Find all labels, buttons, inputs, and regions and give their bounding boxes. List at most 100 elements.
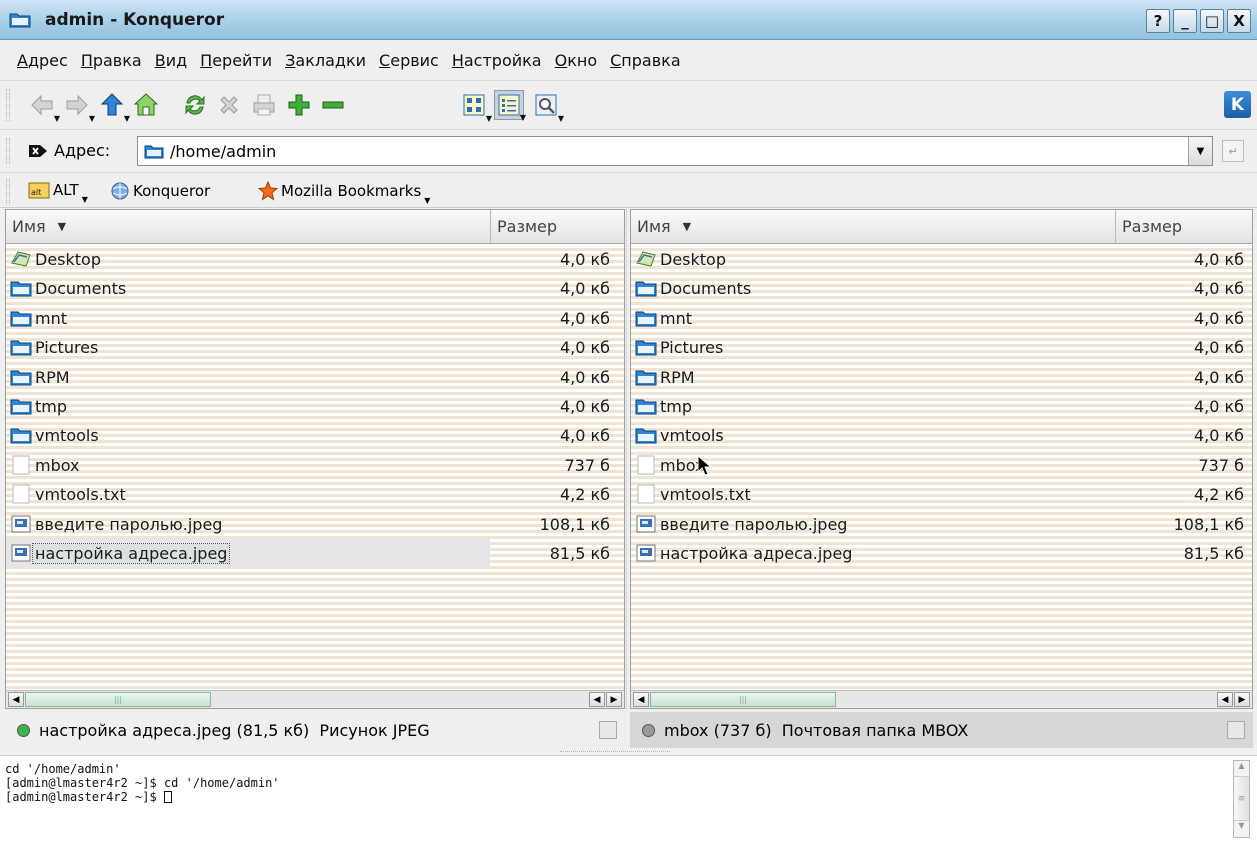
- scroll-left-arrow[interactable]: ◀: [633, 692, 649, 707]
- file-row[interactable]: настройка адреса.jpeg 81,5 кб: [6, 539, 624, 568]
- folder-icon: [635, 396, 657, 416]
- title-bar[interactable]: admin - Konqueror ? _ □ X: [0, 0, 1257, 40]
- menu-bookmarks[interactable]: Закладки: [285, 51, 366, 70]
- help-button[interactable]: ?: [1146, 9, 1170, 33]
- clear-location-icon[interactable]: [28, 143, 48, 159]
- file-row[interactable]: Documents 4,0 кб: [6, 274, 624, 303]
- scroll-left-arrow[interactable]: ◀: [8, 692, 24, 707]
- file-row[interactable]: tmp 4,0 кб: [631, 392, 1252, 421]
- terminal-prompt-line[interactable]: [admin@lmaster4r2 ~]$: [5, 790, 172, 804]
- file-row[interactable]: vmtools.txt 4,2 кб: [6, 480, 624, 509]
- menu-help[interactable]: Справка: [610, 51, 681, 70]
- toolbar-grip[interactable]: [6, 179, 10, 203]
- menu-edit[interactable]: Правка: [81, 51, 142, 70]
- toolbar-grip[interactable]: [6, 138, 10, 164]
- zoom-out-button[interactable]: [318, 90, 348, 120]
- file-row[interactable]: mbox 737 б: [6, 451, 624, 480]
- file-row[interactable]: vmtools 4,0 кб: [631, 421, 1252, 450]
- link-view-checkbox[interactable]: [599, 721, 617, 739]
- file-row[interactable]: Documents 4,0 кб: [631, 274, 1252, 303]
- scroll-left-arrow-end[interactable]: ◀: [1217, 692, 1233, 707]
- folder-icon: [635, 425, 657, 445]
- file-row[interactable]: vmtools.txt 4,2 кб: [631, 480, 1252, 509]
- file-row[interactable]: mnt 4,0 кб: [631, 304, 1252, 333]
- file-size: 737 б: [1198, 455, 1245, 475]
- scroll-thumb[interactable]: ≡: [1234, 777, 1249, 821]
- file-row[interactable]: RPM 4,0 кб: [6, 363, 624, 392]
- menu-address[interactable]: Адрес: [17, 51, 68, 70]
- file-row[interactable]: vmtools 4,0 кб: [6, 421, 624, 450]
- menu-view[interactable]: Вид: [155, 51, 187, 70]
- detailed-view-button[interactable]: ▼: [494, 90, 526, 122]
- reload-button[interactable]: [180, 90, 210, 120]
- maximize-button[interactable]: □: [1200, 9, 1224, 33]
- file-row[interactable]: Pictures 4,0 кб: [6, 333, 624, 362]
- scroll-thumb[interactable]: |||: [650, 692, 836, 707]
- list-header: Имя ▼ Размер: [6, 210, 624, 244]
- location-value[interactable]: /home/admin: [170, 142, 276, 161]
- menu-go[interactable]: Перейти: [200, 51, 272, 70]
- toolbar-grip[interactable]: [6, 89, 10, 121]
- link-view-checkbox[interactable]: [1227, 721, 1245, 739]
- file-icon: [10, 455, 32, 475]
- folder-icon: [10, 425, 32, 445]
- minimize-button[interactable]: _: [1173, 9, 1197, 33]
- file-row[interactable]: RPM 4,0 кб: [631, 363, 1252, 392]
- bookmark-alt[interactable]: alt ALT ▼: [28, 181, 88, 204]
- bookmark-konqueror[interactable]: Konqueror: [110, 181, 210, 201]
- pane-splitter[interactable]: [626, 209, 629, 709]
- column-name-header[interactable]: Имя ▼: [6, 210, 490, 243]
- find-button[interactable]: ▼: [531, 90, 564, 123]
- star-icon: [258, 181, 278, 201]
- back-button[interactable]: ▼: [27, 90, 60, 123]
- forward-icon: [66, 94, 88, 116]
- file-row[interactable]: mnt 4,0 кб: [6, 304, 624, 333]
- menu-window[interactable]: Окно: [555, 51, 598, 70]
- file-row[interactable]: введите паролью.jpeg 108,1 кб: [6, 510, 624, 539]
- file-size: 108,1 кб: [539, 514, 610, 534]
- zoom-in-button[interactable]: [284, 90, 314, 120]
- file-row[interactable]: Pictures 4,0 кб: [631, 333, 1252, 362]
- horizontal-scrollbar[interactable]: ◀ ||| ◀ ▶: [6, 690, 624, 708]
- up-button[interactable]: ▼: [97, 90, 130, 123]
- column-size-header[interactable]: Размер: [490, 210, 624, 243]
- stop-button[interactable]: [214, 90, 244, 120]
- home-button[interactable]: [131, 90, 161, 120]
- status-text: mbox (737 б) Почтовая папка MBOX: [664, 720, 969, 740]
- file-row[interactable]: mbox 737 б: [631, 451, 1252, 480]
- location-dropdown-button[interactable]: ▼: [1188, 137, 1212, 165]
- desktop-icon: [635, 249, 657, 269]
- file-row[interactable]: Desktop 4,0 кб: [631, 245, 1252, 274]
- file-row[interactable]: настройка адреса.jpeg 81,5 кб: [631, 539, 1252, 568]
- scroll-right-arrow[interactable]: ▶: [606, 692, 622, 707]
- right-file-pane[interactable]: Имя ▼ Размер Desktop 4,0 кб Documents 4,0 кб…: [630, 209, 1253, 709]
- terminal-splitter[interactable]: [560, 751, 670, 754]
- up-icon: [100, 93, 124, 116]
- file-name: настройка адреса.jpeg: [660, 544, 853, 563]
- horizontal-scrollbar[interactable]: ◀ ||| ◀ ▶: [631, 690, 1252, 708]
- file-name: RPM: [35, 367, 70, 387]
- print-button[interactable]: [249, 90, 279, 120]
- menu-settings[interactable]: Настройка: [452, 51, 542, 70]
- scroll-down-arrow[interactable]: ▼: [1234, 821, 1249, 837]
- forward-button[interactable]: ▼: [62, 90, 95, 123]
- scroll-thumb[interactable]: |||: [25, 692, 211, 707]
- scroll-right-arrow[interactable]: ▶: [1234, 692, 1250, 707]
- icon-view-button[interactable]: ▼: [459, 90, 492, 123]
- file-size: 4,0 кб: [559, 397, 610, 416]
- terminal-panel[interactable]: cd '/home/admin' [admin@lmaster4r2 ~]$ c…: [0, 755, 1257, 841]
- menu-tools[interactable]: Сервис: [379, 51, 439, 70]
- go-button[interactable]: ↵: [1222, 140, 1244, 162]
- close-button[interactable]: X: [1227, 9, 1251, 33]
- file-row[interactable]: введите паролью.jpeg 108,1 кб: [631, 510, 1252, 539]
- file-row[interactable]: Desktop 4,0 кб: [6, 245, 624, 274]
- column-size-header[interactable]: Размер: [1115, 210, 1252, 243]
- scroll-up-arrow[interactable]: ▲: [1234, 761, 1249, 777]
- file-row[interactable]: tmp 4,0 кб: [6, 392, 624, 421]
- terminal-scrollbar[interactable]: ▲ ≡ ▼: [1233, 760, 1250, 838]
- left-file-pane[interactable]: Имя ▼ Размер Desktop 4,0 кб Documents 4,0 кб…: [5, 209, 625, 709]
- scroll-left-arrow-end[interactable]: ◀: [589, 692, 605, 707]
- column-name-header[interactable]: Имя ▼: [631, 210, 1115, 243]
- location-input[interactable]: /home/admin ▼: [137, 136, 1213, 166]
- bookmark-mozilla[interactable]: Mozilla Bookmarks ▼: [258, 181, 430, 205]
